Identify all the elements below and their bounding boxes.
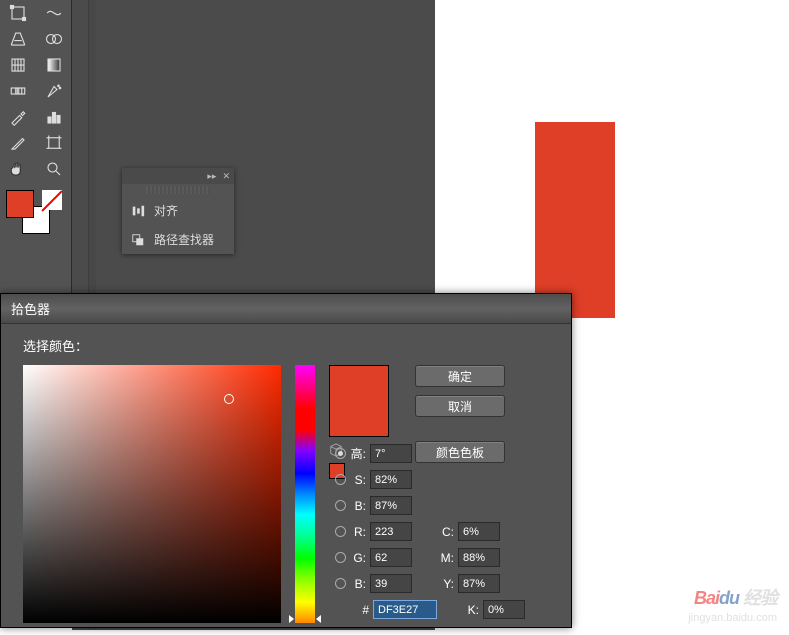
color-picker-dialog: 拾色器 选择颜色： 确定 取消 颜色色板 (0, 293, 572, 628)
tool-symbol-sprayer[interactable] (36, 78, 72, 104)
radio-s[interactable] (335, 474, 346, 485)
label-c: C: (438, 525, 454, 539)
toolbar (0, 0, 72, 300)
label-h: 高: (350, 445, 366, 462)
tool-width[interactable] (36, 0, 72, 26)
pathfinder-icon (130, 233, 146, 247)
radio-r[interactable] (335, 526, 346, 537)
color-fields: 高: S: B: R: C: (335, 444, 547, 626)
input-g[interactable] (370, 548, 412, 567)
dialog-title[interactable]: 拾色器 (1, 294, 571, 324)
ok-button[interactable]: 确定 (415, 365, 505, 387)
tool-perspective[interactable] (0, 26, 36, 52)
tool-zoom[interactable] (36, 156, 72, 182)
tool-mesh[interactable] (0, 52, 36, 78)
tool-free-transform[interactable] (0, 0, 36, 26)
label-b-rgb: B: (350, 577, 366, 591)
tool-blend[interactable] (0, 78, 36, 104)
tool-gradient[interactable] (36, 52, 72, 78)
color-swatches (0, 186, 71, 246)
canvas-rectangle[interactable] (535, 122, 615, 318)
tool-eyedropper[interactable] (0, 104, 36, 130)
label-hex: # (353, 603, 369, 617)
color-preview (329, 365, 389, 437)
select-color-label: 选择颜色： (23, 336, 549, 355)
label-g: G: (350, 551, 366, 565)
panel-header[interactable]: ▸▸ ✕ (122, 168, 234, 184)
input-hex[interactable] (373, 600, 437, 619)
input-b-rgb[interactable] (370, 574, 412, 593)
input-y[interactable] (458, 574, 500, 593)
input-b-hsb[interactable] (370, 496, 412, 515)
label-y: Y: (438, 577, 454, 591)
hue-slider[interactable] (295, 365, 315, 623)
panel-collapse-icon[interactable]: ▸▸ (207, 171, 216, 182)
input-h[interactable] (370, 444, 412, 463)
panel-close-icon[interactable]: ✕ (222, 171, 230, 182)
input-m[interactable] (458, 548, 500, 567)
saturation-value-field[interactable] (23, 365, 281, 623)
sv-cursor[interactable] (224, 394, 234, 404)
tool-slice[interactable] (0, 130, 36, 156)
foreground-swatch[interactable] (6, 190, 34, 218)
panel-grip[interactable] (146, 186, 210, 194)
label-r: R: (350, 525, 366, 539)
watermark-logo: Baidu 经验 (694, 584, 777, 610)
tool-artboard[interactable] (36, 130, 72, 156)
watermark-url: jingyan.baidu.com (688, 612, 777, 624)
align-pathfinder-panel: ▸▸ ✕ 对齐 路径查找器 (122, 168, 234, 254)
pathfinder-label: 路径查找器 (154, 231, 214, 248)
tool-hand[interactable] (0, 156, 36, 182)
panel-item-align[interactable]: 对齐 (122, 196, 234, 225)
radio-b-hsb[interactable] (335, 500, 346, 511)
watermark: Baidu 经验 jingyan.baidu.com (688, 584, 777, 624)
label-s: S: (350, 473, 366, 487)
none-swatch[interactable] (42, 190, 62, 210)
input-k[interactable] (483, 600, 525, 619)
tool-shape-builder[interactable] (36, 26, 72, 52)
label-m: M: (438, 551, 454, 565)
label-k: K: (463, 603, 479, 617)
input-s[interactable] (370, 470, 412, 489)
align-label: 对齐 (154, 202, 178, 219)
align-icon (130, 204, 146, 218)
cancel-button[interactable]: 取消 (415, 395, 505, 417)
label-b-hsb: B: (350, 499, 366, 513)
panel-item-pathfinder[interactable]: 路径查找器 (122, 225, 234, 254)
radio-b-rgb[interactable] (335, 578, 346, 589)
input-c[interactable] (458, 522, 500, 541)
radio-h[interactable] (335, 448, 346, 459)
input-r[interactable] (370, 522, 412, 541)
radio-g[interactable] (335, 552, 346, 563)
tool-column-graph[interactable] (36, 104, 72, 130)
